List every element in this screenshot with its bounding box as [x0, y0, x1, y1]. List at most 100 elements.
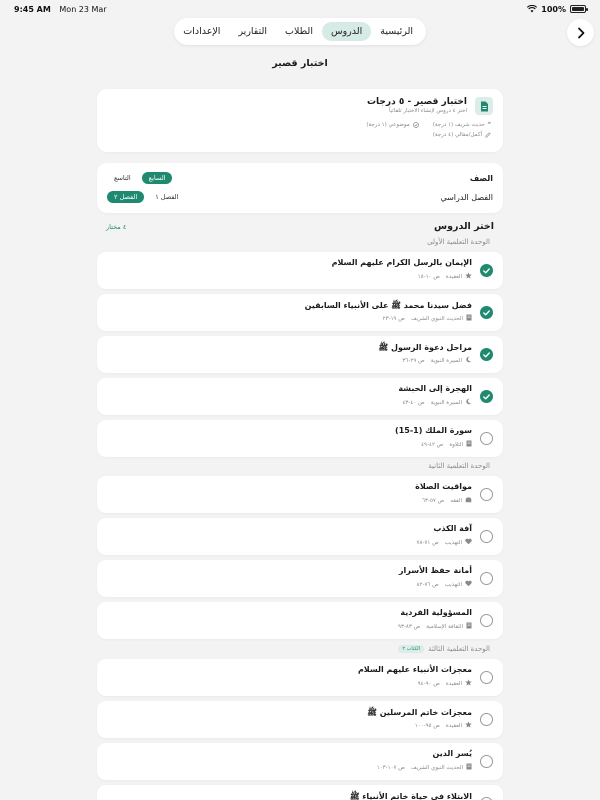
checkbox-empty-icon[interactable]	[480, 755, 493, 768]
unit-title-2: الوحدة التعلمية الثانية	[428, 462, 490, 470]
wifi-icon	[527, 5, 538, 13]
lesson-title: آفة الكذب	[433, 524, 472, 533]
checkbox-empty-icon[interactable]	[480, 713, 493, 726]
check-circle-icon	[412, 121, 419, 128]
lesson-title: المسؤولية الفردية	[400, 608, 472, 617]
lesson-item[interactable]: الابتلاء في حياة خاتم الأنبياء ﷺ	[97, 785, 503, 800]
lesson-pages: ص ١٠-١٥	[417, 273, 440, 280]
lesson-category: العقيدة	[445, 722, 462, 729]
tab-lessons[interactable]: الدروس	[321, 22, 372, 41]
tab-reports[interactable]: التقارير	[229, 22, 276, 41]
lesson-item[interactable]: فضل سيدنا محمد ﷺ على الأنبياء السابقين ال…	[97, 294, 503, 331]
lesson-pages: ص ١٠٧-١٠٣	[376, 764, 405, 771]
status-bar: 9:45 AM Mon 23 Mar 100%	[0, 0, 600, 18]
lesson-title: مراحل دعوة الرسول ﷺ	[378, 343, 472, 352]
checkbox-empty-icon[interactable]	[480, 530, 493, 543]
term-chip-1[interactable]: الفصل ١	[148, 191, 185, 203]
checkbox-empty-icon[interactable]	[480, 671, 493, 684]
lesson-item[interactable]: مراحل دعوة الرسول ﷺ السيرة النبوية ص ٢٩-٣٦	[97, 336, 503, 373]
lesson-pages: ص ٢٩-٣٦	[402, 357, 425, 364]
checkbox-empty-icon[interactable]	[480, 432, 493, 445]
lesson-category: الحديث النبوي الشريف	[410, 315, 463, 322]
book-icon	[466, 440, 472, 449]
checkbox-checked-icon[interactable]	[480, 264, 493, 277]
lesson-category: السيرة النبوية	[430, 357, 462, 364]
lesson-meta: الحديث النبوي الشريف ص ١٠٧-١٠٣	[377, 763, 472, 772]
lessons-section-title: اختر الدروس	[434, 221, 494, 232]
unit-title-1: الوحدة التعلمية الأولى	[427, 238, 490, 246]
lesson-category: السيرة النبوية	[430, 399, 462, 406]
lesson-pages: ص ٩٥-١٠٠	[414, 722, 440, 729]
lesson-category: التهذيب	[444, 539, 462, 546]
lesson-category: الحديث النبوي الشريف	[410, 764, 463, 771]
top-nav: الرئيسية الدروس الطلاب التقارير الإعدادا…	[174, 18, 426, 45]
lesson-item[interactable]: أمانة حفظ الأسرار التهذيب ص ٧٦-٨٢	[97, 560, 503, 597]
lesson-pages: ص ٩٠-٩٤	[417, 680, 440, 687]
checkbox-checked-icon[interactable]	[480, 348, 493, 361]
quiz-subtitle: اختر ٤ دروس لإنشاء الاختبار تلقائياً	[388, 108, 467, 114]
forward-button[interactable]	[567, 19, 594, 46]
lesson-title: يُسر الدين	[432, 749, 472, 758]
lesson-category: التلاوة	[449, 441, 463, 448]
lesson-category: العقيدة	[445, 273, 462, 280]
pencil-icon	[485, 132, 491, 138]
quiz-meta-objective: موضوعي (١ درجة)	[366, 121, 410, 128]
checkbox-empty-icon[interactable]	[480, 488, 493, 501]
lesson-category: العقيدة	[445, 680, 462, 687]
lesson-meta: السيرة النبوية ص ٢٩-٣٦	[402, 356, 472, 365]
lesson-meta: العقيدة ص ١٠-١٥	[418, 272, 472, 281]
lesson-meta: السيرة النبوية ص ٤٠-٤٣	[402, 398, 472, 407]
term-label: الفصل الدراسي	[440, 192, 493, 202]
checkbox-empty-icon[interactable]	[480, 614, 493, 627]
lesson-item[interactable]: مواقيت الصلاة الفقه ص ٥٧-٦٣	[97, 476, 503, 513]
class-chip-seventh[interactable]: السابع	[141, 172, 173, 184]
lesson-pages: ص ١٩-٢٣	[382, 315, 405, 322]
book-badge: الكتاب ٢	[398, 645, 425, 653]
book-icon	[466, 314, 472, 323]
class-chip-ninth[interactable]: التاسع	[107, 172, 138, 184]
checkbox-checked-icon[interactable]	[480, 390, 493, 403]
lesson-meta: العقيدة ص ٩٠-٩٤	[418, 679, 472, 688]
star-icon	[465, 272, 472, 281]
lesson-item[interactable]: معجزات الأنبياء عليهم السلام العقيدة ص ٩٠-…	[97, 659, 503, 696]
lesson-pages: ص ٧٦-٨٢	[416, 581, 439, 588]
checkbox-empty-icon[interactable]	[480, 572, 493, 585]
book-icon	[466, 622, 472, 631]
grade-term-card: الصف السابع التاسع الفصل الدراسي الفصل ١…	[97, 163, 503, 213]
star-icon	[465, 721, 472, 730]
lesson-item[interactable]: معجزات خاتم المرسلين ﷺ العقيدة ص ٩٥-١٠٠	[97, 701, 503, 738]
lesson-meta: التهذيب ص ٧١-٧٨	[417, 538, 472, 547]
lesson-pages: ص ٥٧-٦٣	[422, 497, 445, 504]
lesson-meta: التلاوة ص ٤٢-٤٩	[421, 440, 472, 449]
lesson-title: الابتلاء في حياة خاتم الأنبياء ﷺ	[349, 792, 472, 800]
lesson-title: الإيمان بالرسل الكرام عليهم السلام	[331, 258, 472, 267]
quote-icon: ❝	[487, 121, 491, 128]
lesson-item[interactable]: يُسر الدين الحديث النبوي الشريف ص ١٠٧-١٠٣	[97, 743, 503, 780]
lesson-title: معجزات خاتم المرسلين ﷺ	[367, 708, 472, 717]
lesson-item[interactable]: المسؤولية الفردية الثقافة الإسلامية ص ٨٣-٩…	[97, 602, 503, 639]
quiz-title: اختبار قصير - ٥ درجات	[367, 97, 467, 107]
lesson-item[interactable]: سورة الملك (1-15) التلاوة ص ٤٢-٤٩	[97, 420, 503, 457]
lesson-title: أمانة حفظ الأسرار	[398, 566, 472, 575]
lesson-item[interactable]: الإيمان بالرسل الكرام عليهم السلام العقيد…	[97, 252, 503, 289]
star-icon	[465, 679, 472, 688]
lesson-title: الهجرة إلى الحبشة	[398, 384, 472, 393]
unit-title-text: الوحدة التعلمية الثانية	[428, 462, 490, 470]
checkbox-checked-icon[interactable]	[480, 306, 493, 319]
tab-settings[interactable]: الإعدادات	[174, 22, 229, 41]
lesson-item[interactable]: آفة الكذب التهذيب ص ٧١-٧٨	[97, 518, 503, 555]
tab-students[interactable]: الطلاب	[276, 22, 322, 41]
lesson-item[interactable]: الهجرة إلى الحبشة السيرة النبوية ص ٤٠-٤٣	[97, 378, 503, 415]
lesson-meta: العقيدة ص ٩٥-١٠٠	[415, 721, 472, 730]
lesson-category: الفقه	[450, 497, 462, 504]
tab-home[interactable]: الرئيسية	[371, 22, 422, 41]
page-title: اختبار قصير	[272, 58, 328, 69]
lesson-category: التهذيب	[444, 581, 462, 588]
lesson-pages: ص ٤٠-٤٣	[402, 399, 425, 406]
lesson-pages: ص ٤٢-٤٩	[421, 441, 444, 448]
battery-icon	[570, 5, 588, 13]
unit-title-text: الوحدة التعلمية الثالثة	[428, 645, 490, 653]
term-chip-2[interactable]: الفصل ٢	[107, 191, 145, 203]
lesson-meta: الفقه ص ٥٧-٦٣	[422, 496, 472, 505]
heart-icon	[465, 580, 472, 589]
